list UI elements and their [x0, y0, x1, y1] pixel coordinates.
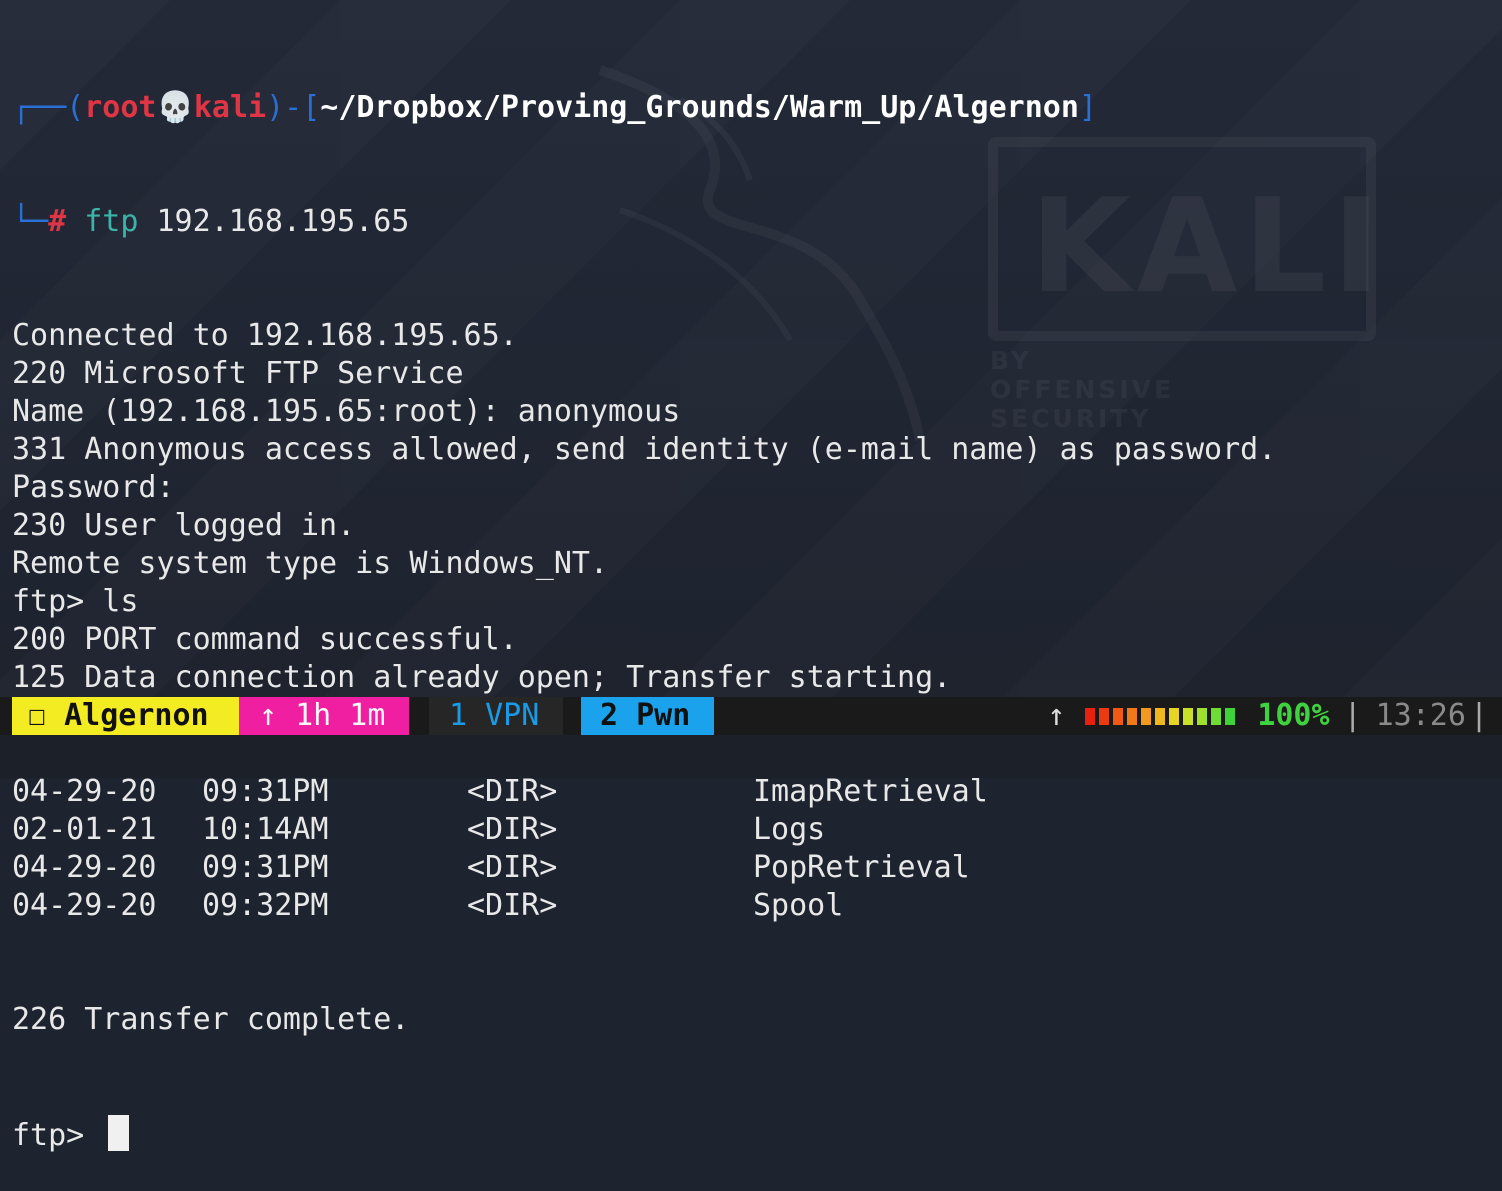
output-line: 125 Data connection already open; Transf… [12, 660, 952, 695]
output-line: Name (192.168.195.65:root): anonymous [12, 394, 681, 429]
listing-row: 04-29-20 09:31PM <DIR> PopRetrieval [12, 849, 1502, 887]
prompt-box-right: ] [1078, 90, 1097, 125]
tmux-status-bar: ☐ Algernon ↑ 1h 1m 1 VPN 2 Pwn ↑ 100% | … [0, 697, 1502, 735]
prompt-command-line: └─# ftp 192.168.195.65 [12, 203, 1502, 241]
battery-bar-segment [1155, 707, 1166, 725]
command-name: ftp [84, 204, 139, 239]
battery-bar-segment [1211, 707, 1222, 725]
battery-bar-segment [1099, 707, 1110, 725]
listing-type: <DIR> [467, 812, 558, 847]
listing-time: 10:14AM [202, 812, 329, 847]
output-line: Connected to 192.168.195.65. [12, 318, 518, 353]
ftp-prompt-line[interactable]: ftp> [12, 1115, 1502, 1153]
output-line: 200 PORT command successful. [12, 622, 518, 657]
battery-bar-segment [1225, 707, 1236, 725]
listing-type: <DIR> [467, 850, 558, 885]
battery-bar-segment [1113, 707, 1124, 725]
battery-meter [1085, 707, 1236, 725]
listing-name: ImapRetrieval [753, 774, 988, 809]
battery-bar-segment [1183, 707, 1194, 725]
listing-time: 09:31PM [202, 850, 329, 885]
status-right: ↑ 100% | 13:26 | [1047, 697, 1502, 735]
listing-date: 02-01-21 [12, 812, 157, 847]
battery-bar-segment [1169, 707, 1180, 725]
listing-date: 04-29-20 [12, 850, 157, 885]
output-line: 230 User logged in. [12, 508, 356, 543]
output-line: 220 Microsoft FTP Service [12, 356, 464, 391]
up-arrow-icon: ↑ [1047, 698, 1066, 733]
listing-type: <DIR> [467, 888, 558, 923]
listing-date: 04-29-20 [12, 888, 157, 923]
output-line: ftp> ls [12, 584, 139, 619]
prompt-box-mid: )-[ [266, 90, 321, 125]
listing-row: 02-01-21 10:14AM <DIR> Logs [12, 811, 1502, 849]
battery-bar-segment [1127, 707, 1138, 725]
listing-name: PopRetrieval [753, 850, 970, 885]
uptime-indicator: ↑ 1h 1m [239, 697, 409, 735]
prompt-host: kali [193, 90, 267, 125]
window-tab-pwn[interactable]: 2 Pwn [581, 697, 714, 735]
clock: 13:26 [1375, 698, 1466, 733]
battery-bar-segment [1141, 707, 1152, 725]
prompt-box-left: ┌──( [12, 90, 85, 125]
listing-time: 09:32PM [202, 888, 329, 923]
prompt-user: root [84, 90, 157, 125]
window-tab-vpn[interactable]: 1 VPN [429, 697, 563, 735]
prompt-cwd: ~/Dropbox/Proving_Grounds/Warm_Up/Algern… [320, 90, 1079, 125]
status-separator: | [1343, 698, 1362, 733]
ftp-prompt: ftp> [12, 1118, 103, 1153]
transfer-complete-line: 226 Transfer complete. [12, 1002, 410, 1037]
bottom-strip [0, 735, 1502, 778]
text-cursor [108, 1115, 130, 1151]
prompt-box-bottom: └─ [12, 204, 49, 239]
listing-row: 04-29-20 09:31PM <DIR> ImapRetrieval [12, 773, 1502, 811]
status-separator-trailing: | [1469, 698, 1488, 733]
output-line: Password: [12, 470, 175, 505]
prompt-hash: # [48, 204, 67, 239]
output-line: 331 Anonymous access allowed, send ident… [12, 432, 1277, 467]
skull-icon: 💀 [156, 90, 194, 125]
battery-percent: 100% [1257, 698, 1330, 733]
prompt-header: ┌──(root💀kali)-[~/Dropbox/Proving_Ground… [12, 89, 1502, 127]
battery-bar-segment [1197, 707, 1208, 725]
command-args: 192.168.195.65 [138, 204, 410, 239]
listing-name: Logs [753, 812, 826, 847]
battery-bar-segment [1085, 707, 1096, 725]
listing-time: 09:31PM [202, 774, 329, 809]
output-line: Remote system type is Windows_NT. [12, 546, 609, 581]
listing-name: Spool [753, 888, 844, 923]
session-name[interactable]: ☐ Algernon [12, 697, 239, 735]
listing-row: 04-29-20 09:32PM <DIR> Spool [12, 887, 1502, 925]
terminal-output: ┌──(root💀kali)-[~/Dropbox/Proving_Ground… [12, 13, 1502, 1191]
listing-date: 04-29-20 [12, 774, 157, 809]
listing-type: <DIR> [467, 774, 558, 809]
